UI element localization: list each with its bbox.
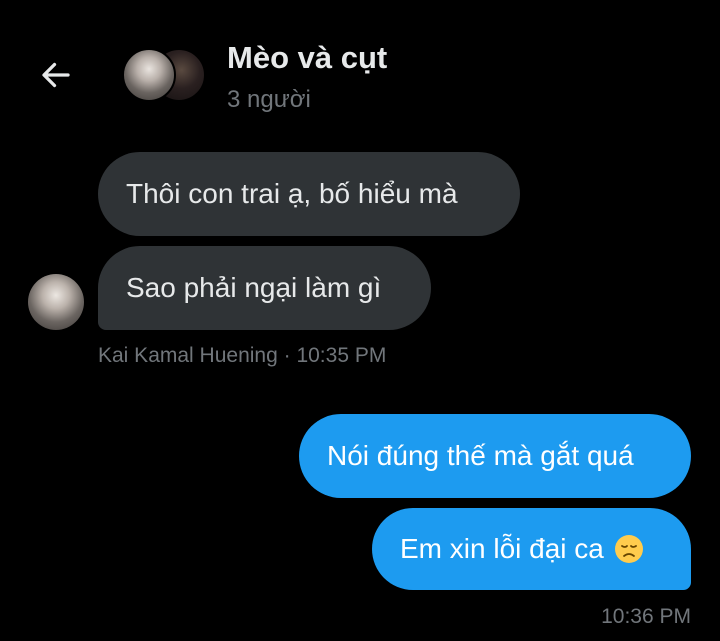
meta-separator: ·	[277, 344, 297, 367]
message-bubble-incoming[interactable]: Thôi con trai ạ, bố hiểu mà	[98, 152, 520, 236]
message-text: Nói đúng thế mà gắt quá	[327, 440, 634, 471]
sender-name: Kai Kamal Huening	[98, 344, 278, 367]
sender-avatar[interactable]	[28, 274, 84, 330]
arrow-left-icon	[42, 62, 70, 88]
message-text: Em xin lỗi đại ca	[400, 533, 604, 564]
message-text: Thôi con trai ạ, bố hiểu mà	[126, 178, 458, 209]
disappointed-face-icon	[614, 534, 644, 564]
group-avatar[interactable]	[122, 48, 206, 102]
conversation-title[interactable]: Mèo và cụt	[227, 40, 387, 76]
message-bubble-outgoing[interactable]: Nói đúng thế mà gắt quá	[299, 414, 691, 498]
member-count[interactable]: 3 người	[227, 86, 311, 114]
message-bubble-incoming[interactable]: Sao phải ngại làm gì	[98, 246, 431, 330]
back-button[interactable]	[36, 55, 76, 95]
message-bubble-outgoing[interactable]: Em xin lỗi đại ca	[372, 508, 691, 590]
message-meta: Kai Kamal Huening · 10:35 PM	[98, 344, 386, 368]
message-timestamp: 10:36 PM	[601, 605, 691, 628]
member-avatar	[122, 48, 176, 102]
message-text: Sao phải ngại làm gì	[126, 272, 382, 303]
message-timestamp: 10:35 PM	[296, 344, 387, 367]
